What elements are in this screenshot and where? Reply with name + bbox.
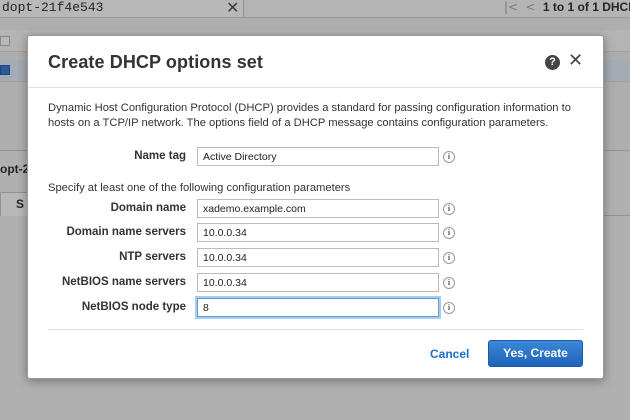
netbios-node-type-row: NetBIOS node type i: [28, 298, 603, 318]
domain-name-servers-input[interactable]: [197, 223, 439, 242]
domain-name-servers-row: Domain name servers i: [28, 223, 603, 243]
cancel-button[interactable]: Cancel: [430, 347, 469, 361]
parameters-subheading: Specify at least one of the following co…: [48, 182, 351, 194]
create-button[interactable]: Yes, Create: [488, 340, 583, 367]
domain-name-label: Domain name: [110, 202, 186, 214]
info-icon[interactable]: i: [443, 277, 455, 289]
name-tag-label: Name tag: [134, 150, 186, 162]
info-icon[interactable]: i: [443, 151, 455, 163]
ntp-servers-row: NTP servers i: [28, 248, 603, 268]
ntp-servers-input[interactable]: [197, 248, 439, 267]
domain-name-input[interactable]: [197, 199, 439, 218]
info-icon[interactable]: i: [443, 252, 455, 264]
help-icon[interactable]: ?: [545, 55, 560, 70]
close-icon[interactable]: ✕: [568, 52, 583, 70]
netbios-name-servers-input[interactable]: [197, 273, 439, 292]
info-icon[interactable]: i: [443, 203, 455, 215]
name-tag-input[interactable]: [197, 147, 439, 166]
footer-divider: [48, 329, 583, 330]
info-icon[interactable]: i: [443, 302, 455, 314]
domain-name-row: Domain name i: [28, 199, 603, 219]
domain-name-servers-label: Domain name servers: [66, 226, 186, 238]
dialog-description: Dynamic Host Configuration Protocol (DHC…: [48, 102, 571, 129]
create-dhcp-options-dialog: Create DHCP options set ? ✕ Dynamic Host…: [27, 35, 604, 379]
netbios-node-type-input[interactable]: [197, 298, 439, 317]
netbios-node-type-label: NetBIOS node type: [81, 301, 186, 313]
dialog-header: Create DHCP options set ? ✕: [28, 36, 603, 88]
info-icon[interactable]: i: [443, 227, 455, 239]
name-tag-row: Name tag i: [28, 147, 603, 167]
dialog-title: Create DHCP options set: [48, 52, 264, 72]
ntp-servers-label: NTP servers: [119, 251, 186, 263]
netbios-name-servers-row: NetBIOS name servers i: [28, 273, 603, 293]
netbios-name-servers-label: NetBIOS name servers: [61, 276, 186, 288]
